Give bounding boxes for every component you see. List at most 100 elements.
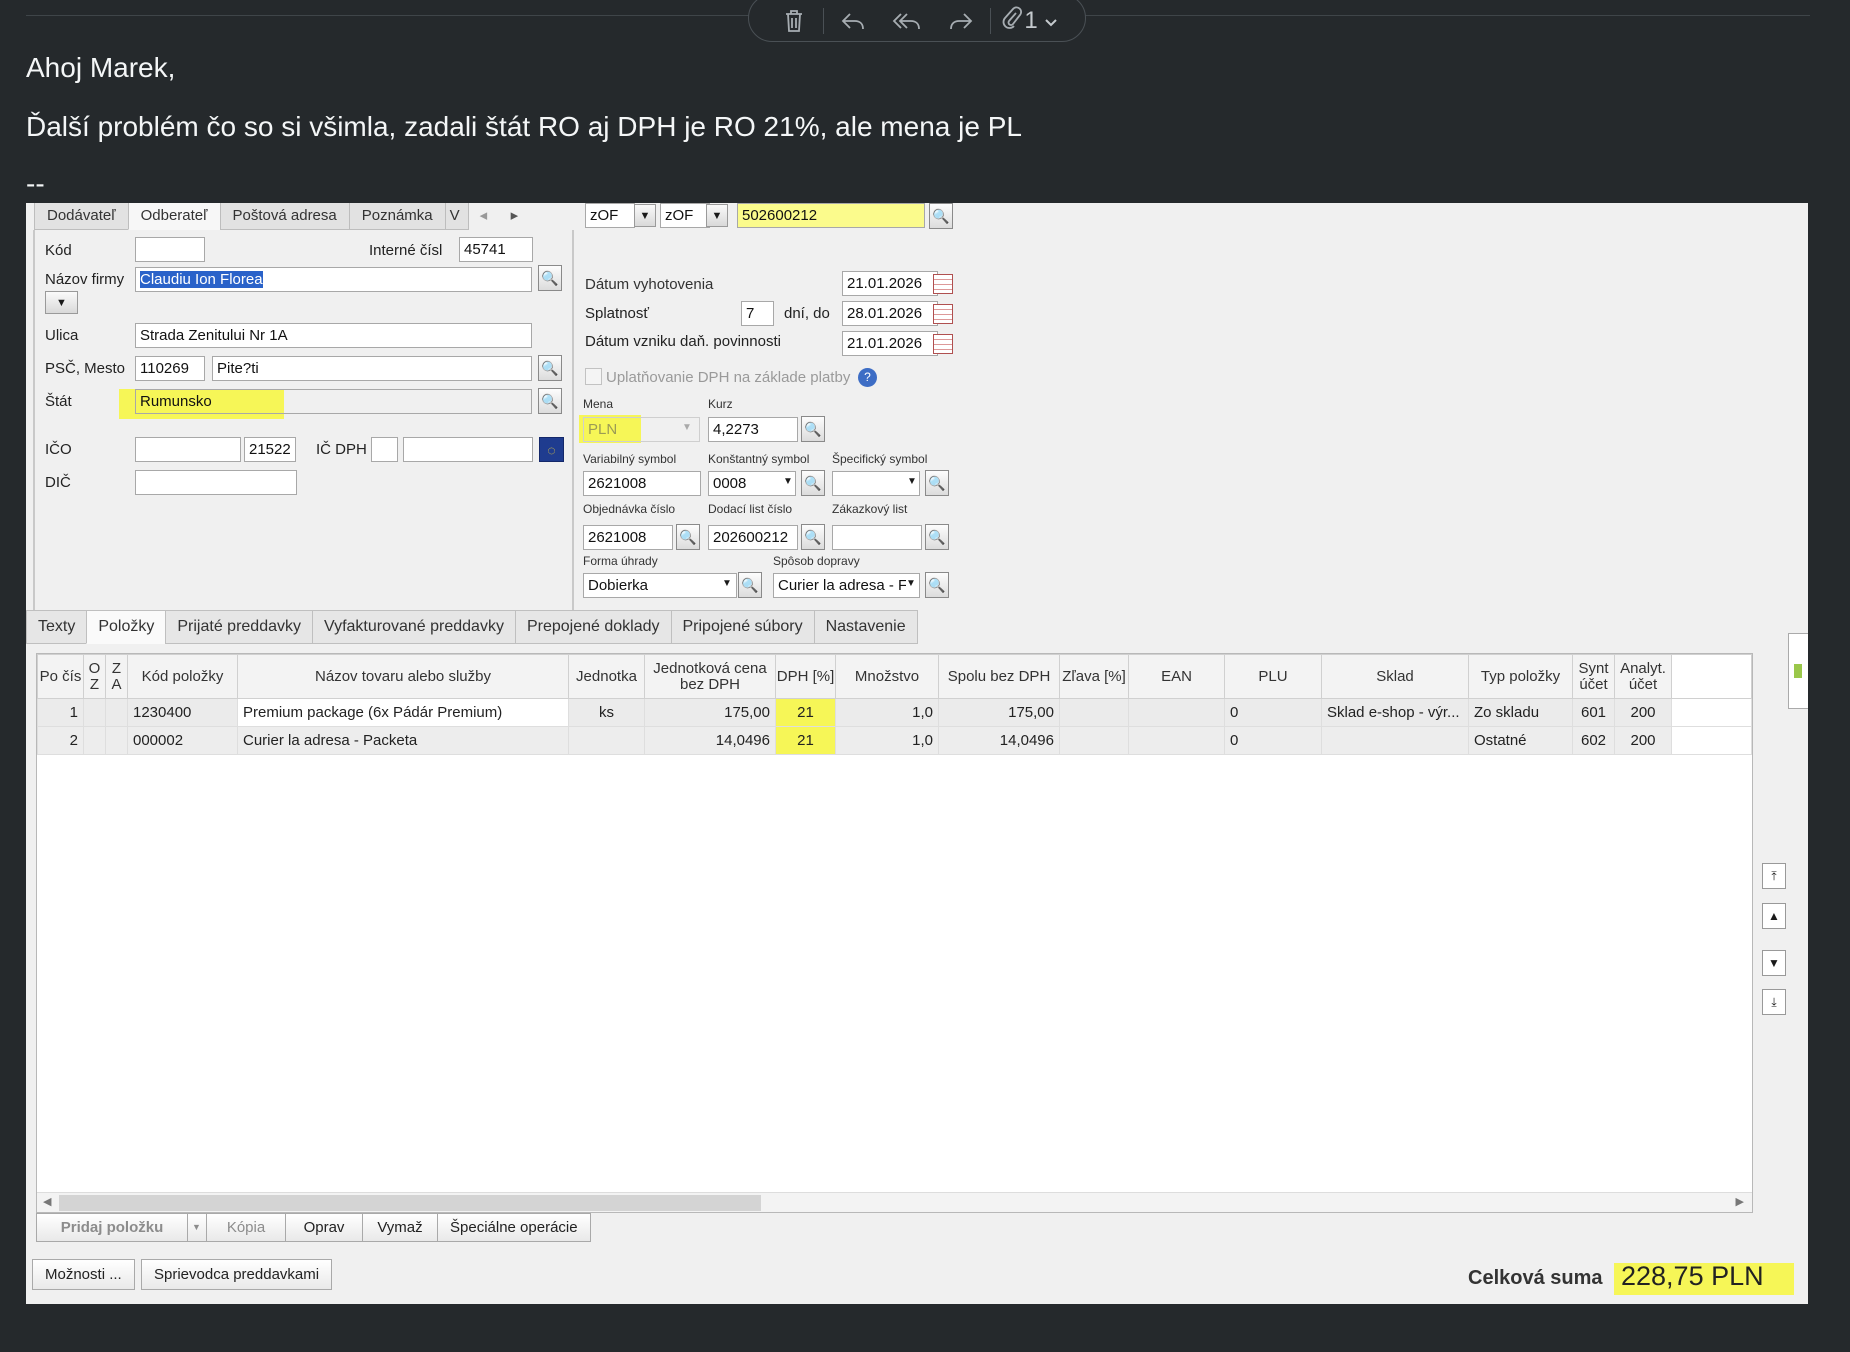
obj-input[interactable]: 2621008 — [583, 525, 673, 550]
lookup-kurz-icon[interactable]: 🔍 — [801, 416, 825, 442]
cell[interactable]: Premium package (6x Pádár Premium) — [237, 698, 569, 727]
cell[interactable]: 200 — [1614, 698, 1672, 727]
scroll-left-icon[interactable]: ◀ — [43, 1195, 51, 1208]
tab-texty[interactable]: Texty — [26, 610, 88, 644]
pridaj-polozku-button[interactable]: Pridaj položku — [36, 1213, 188, 1242]
series-select-2[interactable]: zOF — [660, 203, 710, 228]
lookup-dl-icon[interactable]: 🔍 — [801, 524, 825, 550]
cell[interactable] — [83, 726, 106, 755]
tab-polozky[interactable]: Položky — [86, 610, 167, 644]
col-header[interactable]: DPH [%] — [775, 654, 836, 699]
scroll-right-icon[interactable]: ▶ — [1736, 1195, 1744, 1208]
tab-prepojene-doklady[interactable]: Prepojené doklady — [514, 610, 672, 644]
col-header[interactable]: Synt účet — [1572, 654, 1615, 699]
sprievodca-preddavkami-button[interactable]: Sprievodca preddavkami — [141, 1259, 333, 1290]
tab-scroll-left[interactable]: ◂ — [468, 203, 512, 230]
series-dropdown-2[interactable]: ▼ — [706, 204, 728, 227]
cell[interactable]: 000002 — [127, 726, 238, 755]
col-header[interactable]: EAN — [1128, 654, 1225, 699]
calendar-icon[interactable] — [933, 334, 953, 354]
eu-vat-icon[interactable]: ◌ — [539, 437, 564, 462]
col-header[interactable]: Kód položky — [127, 654, 238, 699]
ico-input-2[interactable]: 21522 — [244, 437, 296, 462]
tab-odberatel[interactable]: Odberateľ — [127, 203, 221, 230]
col-header[interactable]: Názov tovaru alebo služby — [237, 654, 569, 699]
col-header[interactable]: Sklad — [1321, 654, 1469, 699]
reply-all-icon[interactable] — [882, 3, 932, 39]
uplatnovanie-checkbox[interactable] — [585, 368, 602, 385]
cell[interactable]: 1230400 — [127, 698, 238, 727]
cell[interactable]: ks — [568, 698, 645, 727]
vymaz-button[interactable]: Vymaž — [362, 1213, 438, 1242]
calendar-icon[interactable] — [933, 304, 953, 324]
zak-input[interactable] — [832, 525, 922, 550]
cell[interactable]: 0 — [1224, 726, 1322, 755]
mesto-input[interactable]: Pite?ti — [212, 356, 532, 381]
oprav-button[interactable]: Oprav — [285, 1213, 363, 1242]
lookup-obj-icon[interactable]: 🔍 — [676, 524, 700, 550]
cell[interactable] — [105, 726, 128, 755]
cell[interactable]: 1,0 — [835, 726, 939, 755]
tab-poznamka[interactable]: Poznámka — [348, 203, 446, 230]
cell[interactable] — [568, 726, 645, 755]
icdph-input[interactable] — [403, 437, 533, 462]
specialne-operacie-button[interactable]: Špeciálne operácie — [437, 1213, 591, 1242]
cell[interactable]: 1 — [37, 698, 84, 727]
lookup-doprava-icon[interactable]: 🔍 — [925, 572, 949, 598]
col-header[interactable]: Zľava [%] — [1059, 654, 1129, 699]
document-number-input[interactable]: 502600212 — [737, 203, 925, 228]
lookup-number-icon[interactable]: 🔍 — [929, 203, 953, 229]
tab-nastavenie[interactable]: Nastavenie — [813, 610, 918, 644]
splatnost-days-input[interactable]: 7 — [741, 301, 774, 326]
ulica-input[interactable]: Strada Zenitului Nr 1A — [135, 323, 532, 348]
col-header[interactable]: Typ položky — [1468, 654, 1573, 699]
cell[interactable] — [1321, 726, 1469, 755]
cell[interactable] — [1059, 726, 1129, 755]
vznik-input[interactable]: 21.01.2026 — [842, 331, 938, 356]
kod-input[interactable] — [135, 237, 205, 262]
doprava-select[interactable]: Curier la adresa - F — [773, 573, 920, 598]
forma-select[interactable]: Dobierka — [583, 573, 737, 598]
dl-input[interactable]: 202600212 — [708, 525, 798, 550]
cell[interactable]: Zo skladu — [1468, 698, 1573, 727]
col-header[interactable]: Spolu bez DPH — [938, 654, 1060, 699]
cell[interactable]: 2 — [37, 726, 84, 755]
tab-pripojene-subory[interactable]: Pripojené súbory — [670, 610, 815, 644]
col-header[interactable]: Analyt. účet — [1614, 654, 1672, 699]
series-dropdown-1[interactable]: ▼ — [634, 204, 656, 227]
kopia-button[interactable]: Kópia — [206, 1213, 286, 1242]
tab-more[interactable]: V — [444, 203, 469, 230]
horizontal-scrollbar[interactable]: ◀ ▶ — [37, 1192, 1752, 1212]
col-header[interactable]: Jednotková cena bez DPH — [644, 654, 776, 699]
lookup-zak-icon[interactable]: 🔍 — [925, 524, 949, 550]
cell[interactable] — [1128, 726, 1225, 755]
lookup-ss-icon[interactable]: 🔍 — [925, 470, 949, 496]
psc-input[interactable]: 110269 — [135, 356, 205, 381]
col-header[interactable]: Množstvo — [835, 654, 939, 699]
reply-icon[interactable] — [828, 3, 878, 39]
help-icon[interactable]: ? — [858, 368, 877, 387]
cell[interactable]: 1,0 — [835, 698, 939, 727]
icdph-prefix-input[interactable] — [371, 437, 398, 462]
cell[interactable]: Curier la adresa - Packeta — [237, 726, 569, 755]
col-header[interactable]: PLU — [1224, 654, 1322, 699]
tab-postova-adresa[interactable]: Poštová adresa — [219, 203, 350, 230]
side-panel-handle[interactable] — [1788, 633, 1808, 709]
lookup-mesto-icon[interactable]: 🔍 — [538, 355, 562, 381]
scroll-first-icon[interactable]: ⤒ — [1762, 863, 1786, 889]
kurz-input[interactable]: 4,2273 — [708, 417, 798, 442]
series-select-1[interactable]: zOF — [585, 203, 635, 228]
cell[interactable] — [83, 698, 106, 727]
col-header[interactable]: O Z — [83, 654, 106, 699]
stat-input[interactable]: Rumunsko — [135, 389, 532, 414]
cell[interactable] — [1128, 698, 1225, 727]
table-row[interactable]: 1 1230400 Premium package (6x Pádár Prem… — [37, 698, 1752, 727]
col-header[interactable]: Z A — [105, 654, 128, 699]
col-header[interactable]: Jednotka — [568, 654, 645, 699]
tab-scroll-right[interactable]: ▸ — [511, 203, 531, 230]
scrollbar-thumb[interactable] — [59, 1195, 761, 1211]
attachment-button[interactable]: 1 — [995, 3, 1065, 39]
cell[interactable]: 175,00 — [938, 698, 1060, 727]
nazov-dropdown[interactable]: ▼ — [45, 291, 78, 314]
pridaj-dropdown[interactable]: ▼ — [187, 1213, 207, 1242]
